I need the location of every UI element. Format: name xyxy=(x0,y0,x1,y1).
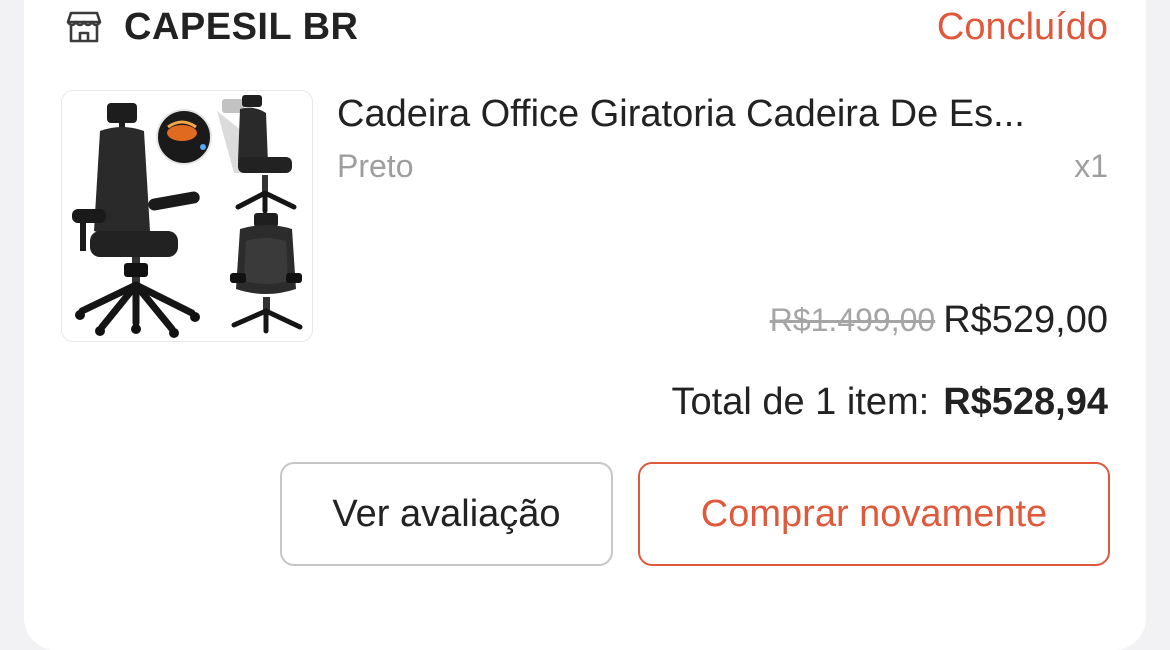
review-button[interactable]: Ver avaliação xyxy=(280,462,613,566)
shop-name[interactable]: CAPESIL BR xyxy=(124,6,358,49)
product-image[interactable] xyxy=(61,90,313,342)
total-label: Total de 1 item: xyxy=(671,380,930,423)
product-title[interactable]: Cadeira Office Giratoria Cadeira De Es..… xyxy=(337,91,1109,137)
product-quantity: x1 xyxy=(1074,148,1108,184)
current-price: R$529,00 xyxy=(943,298,1108,341)
total-amount: R$528,94 xyxy=(943,380,1108,423)
office-chair-photo xyxy=(72,95,303,338)
order-total: Total de 1 item: R$528,94 xyxy=(672,378,1109,426)
order-status: Concluído xyxy=(936,6,1108,48)
price-row: R$1.499,00 R$529,00 xyxy=(770,296,1108,344)
shop-header[interactable]: CAPESIL BR xyxy=(64,0,358,54)
original-price: R$1.499,00 xyxy=(769,301,936,338)
storefront-icon xyxy=(64,7,104,47)
buy-again-button[interactable]: Comprar novamente xyxy=(638,462,1110,566)
product-variant: Preto xyxy=(337,148,414,184)
